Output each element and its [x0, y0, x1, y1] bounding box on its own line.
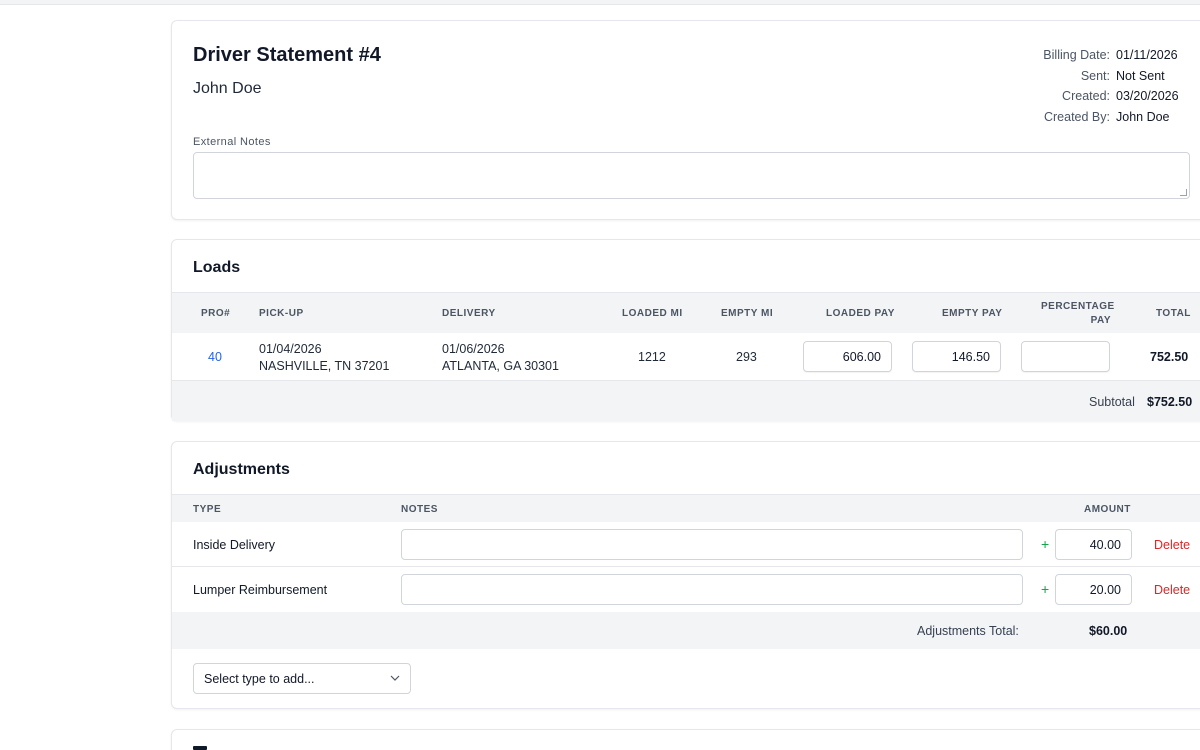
loaded-miles: 1212: [638, 350, 666, 364]
meta-created: Created: 03/20/2026: [1012, 86, 1200, 107]
delete-adjustment-button[interactable]: Delete: [1154, 583, 1190, 597]
pickup-location: NASHVILLE, TN 37201: [259, 359, 390, 373]
external-notes-textarea[interactable]: [193, 152, 1190, 199]
col-notes: NOTES: [401, 504, 438, 515]
col-delivery: DELIVERY: [442, 308, 496, 319]
delivery-date: 01/06/2026: [442, 342, 505, 356]
loaded-pay-input[interactable]: 606.00: [803, 341, 892, 372]
delivery-location: ATLANTA, GA 30301: [442, 359, 559, 373]
driver-name: John Doe: [193, 80, 262, 97]
meta-created-by: Created By: John Doe: [1012, 107, 1200, 128]
meta-label: Billing Date:: [1043, 48, 1110, 63]
row-total: 752.50: [1150, 350, 1189, 364]
meta-label: Created:: [1062, 89, 1110, 104]
loads-section-title: Loads: [193, 259, 241, 276]
add-adjustment-type-select[interactable]: Select type to add...: [193, 663, 411, 694]
top-divider: [0, 0, 1200, 5]
col-percentage-pay-line1: PERCENTAGE: [1041, 301, 1115, 312]
table-row: Inside Delivery + 40.00 Delete: [172, 522, 1200, 567]
adjustments-total-value: $60.00: [1089, 624, 1128, 638]
external-notes-label: External Notes: [193, 136, 271, 148]
meta-value: 01/11/2026: [1116, 48, 1178, 63]
delete-adjustment-button[interactable]: Delete: [1154, 538, 1190, 552]
adjustment-amount-input[interactable]: 40.00: [1055, 529, 1132, 560]
col-amount: AMOUNT: [1084, 504, 1131, 515]
adjustments-total-label: Adjustments Total:: [917, 624, 1019, 638]
next-section-card: [171, 729, 1200, 750]
select-placeholder: Select type to add...: [204, 672, 315, 686]
col-total: TOTAL: [1156, 308, 1191, 319]
table-row: 40 01/04/2026 NASHVILLE, TN 37201 01/06/…: [172, 333, 1200, 381]
table-row: Lumper Reimbursement + 20.00 Delete: [172, 567, 1200, 612]
adjustment-type: Inside Delivery: [193, 538, 275, 552]
col-type: TYPE: [193, 504, 222, 515]
meta-label: Created By:: [1043, 109, 1110, 124]
meta-value: 03/20/2026: [1116, 89, 1179, 104]
meta-value: John Doe: [1116, 109, 1170, 124]
col-pickup: PICK-UP: [259, 308, 304, 319]
meta-value: Not Sent: [1116, 68, 1165, 83]
subtotal-label: Subtotal: [1089, 395, 1135, 409]
col-empty-pay: EMPTY PAY: [942, 308, 1003, 319]
percentage-pay-input[interactable]: [1021, 341, 1110, 372]
empty-miles: 293: [736, 350, 757, 364]
adjustment-notes-input[interactable]: [401, 574, 1023, 605]
loads-card: Loads PRO# PICK-UP DELIVERY LOADED MI EM…: [171, 239, 1200, 421]
plus-icon: +: [1041, 581, 1050, 597]
col-percentage-pay-line2: PAY: [1090, 315, 1111, 326]
adjustments-table-header: TYPE NOTES AMOUNT: [172, 494, 1200, 522]
col-pro: PRO#: [201, 308, 231, 319]
pickup-date: 01/04/2026: [259, 342, 322, 356]
pro-number-link[interactable]: 40: [208, 350, 222, 364]
subtotal-value: $752.50: [1147, 395, 1193, 409]
adjustment-type: Lumper Reimbursement: [193, 583, 328, 597]
chevron-down-icon: [390, 675, 400, 681]
statement-header-card: Driver Statement #4 John Doe Billing Dat…: [171, 20, 1200, 220]
statement-meta: Billing Date: 01/11/2026 Sent: Not Sent …: [1012, 45, 1200, 127]
adjustments-section-title: Adjustments: [193, 461, 290, 478]
adjustments-total-bar: Adjustments Total: $60.00: [172, 612, 1200, 649]
loads-table-header: PRO# PICK-UP DELIVERY LOADED MI EMPTY MI…: [172, 292, 1200, 333]
adjustment-notes-input[interactable]: [401, 529, 1023, 560]
meta-sent: Sent: Not Sent: [1012, 66, 1200, 87]
adjustment-amount-input[interactable]: 20.00: [1055, 574, 1132, 605]
meta-billing-date: Billing Date: 01/11/2026: [1012, 45, 1200, 66]
resize-grip-icon[interactable]: [1180, 189, 1187, 196]
loads-subtotal-bar: Subtotal $752.50: [172, 381, 1200, 421]
col-empty-mi: EMPTY MI: [721, 308, 774, 319]
col-loaded-pay: LOADED PAY: [826, 308, 895, 319]
plus-icon: +: [1041, 536, 1050, 552]
statement-title: Driver Statement #4: [193, 44, 381, 66]
empty-pay-input[interactable]: 146.50: [912, 341, 1001, 372]
col-loaded-mi: LOADED MI: [622, 308, 683, 319]
next-section-title-fragment: [193, 746, 207, 750]
adjustments-card: Adjustments TYPE NOTES AMOUNT Inside Del…: [171, 441, 1200, 709]
meta-label: Sent:: [1080, 68, 1110, 83]
